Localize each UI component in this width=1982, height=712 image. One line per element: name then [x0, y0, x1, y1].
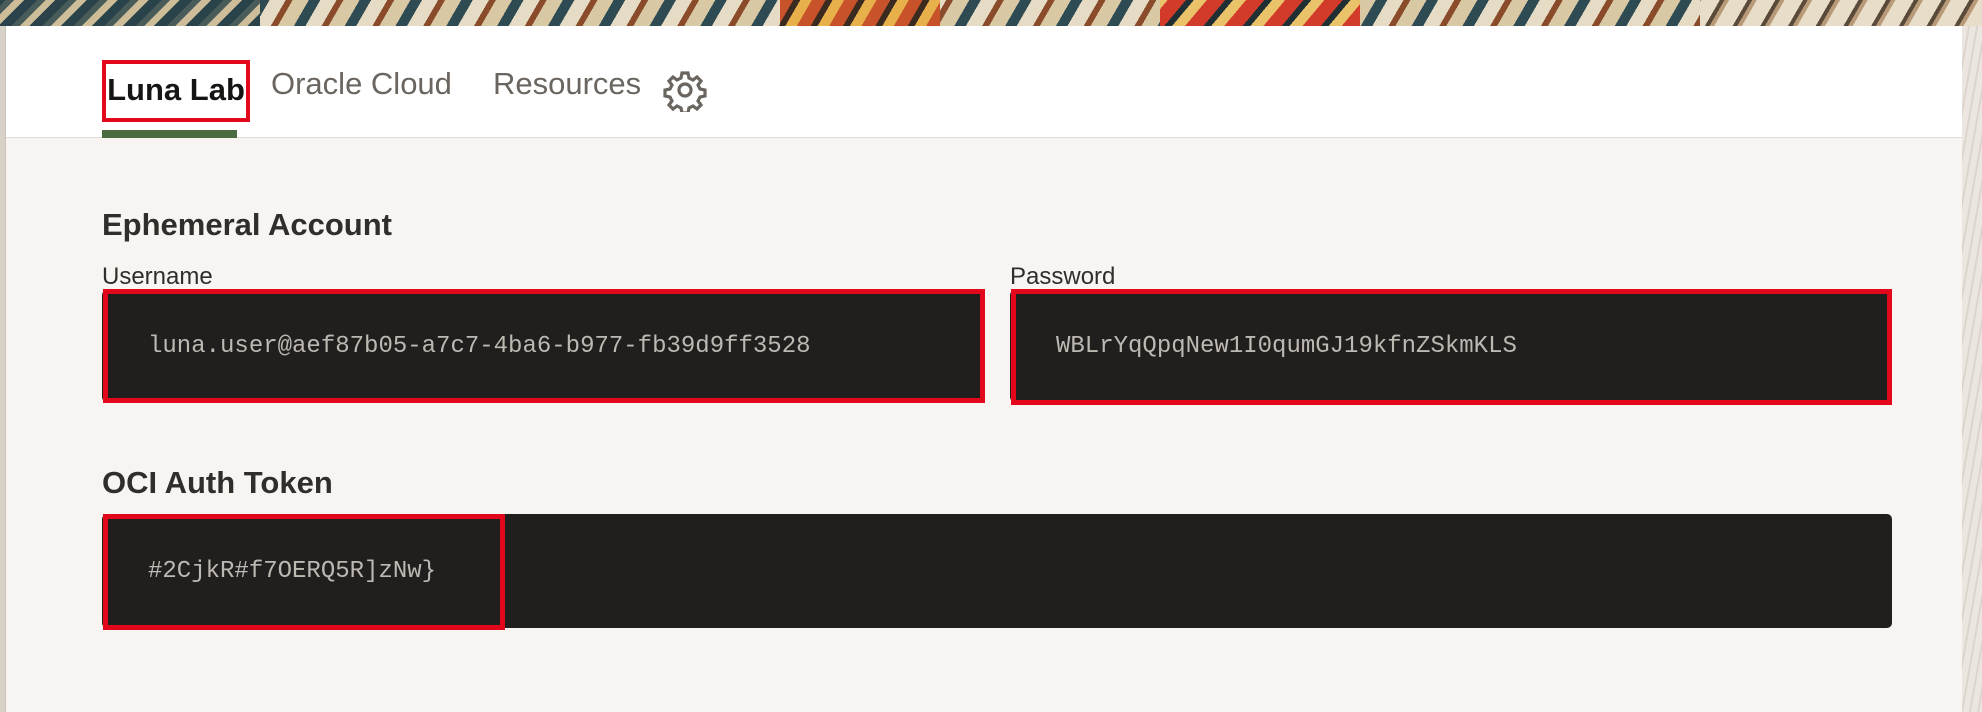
tab-resources[interactable]: Resources — [493, 60, 641, 108]
active-tab-indicator — [102, 130, 237, 138]
password-value[interactable]: WBLrYqQpqNew1I0qumGJ19kfnZSkmKLS — [1010, 290, 1517, 402]
tab-bar: Luna Lab Oracle Cloud Resources — [6, 26, 1962, 138]
password-label: Password — [1010, 263, 1116, 290]
tab-oracle-cloud[interactable]: Oracle Cloud — [271, 60, 452, 108]
banner-art — [1700, 0, 1982, 26]
banner-art — [0, 0, 260, 26]
header-banner — [0, 0, 1982, 26]
password-field[interactable]: WBLrYqQpqNew1I0qumGJ19kfnZSkmKLS — [1010, 290, 1892, 402]
ephemeral-account-title: Ephemeral Account — [102, 207, 392, 242]
oci-auth-token-title: OCI Auth Token — [102, 465, 333, 500]
banner-art — [1160, 0, 1360, 26]
auth-token-value[interactable]: #2CjkR#f7OERQ5R]zNw} — [102, 514, 436, 628]
banner-art — [780, 0, 940, 26]
tab-luna-lab[interactable]: Luna Lab — [102, 60, 250, 122]
luna-lab-panel: Luna Lab Oracle Cloud Resources Ephemera… — [6, 26, 1962, 712]
auth-token-field[interactable]: #2CjkR#f7OERQ5R]zNw} — [102, 514, 1892, 628]
username-value[interactable]: luna.user@aef87b05-a7c7-4ba6-b977-fb39d9… — [102, 290, 811, 402]
username-label: Username — [102, 263, 213, 290]
right-edge — [1962, 26, 1982, 712]
username-field[interactable]: luna.user@aef87b05-a7c7-4ba6-b977-fb39d9… — [102, 290, 984, 402]
gear-icon[interactable] — [663, 68, 707, 112]
